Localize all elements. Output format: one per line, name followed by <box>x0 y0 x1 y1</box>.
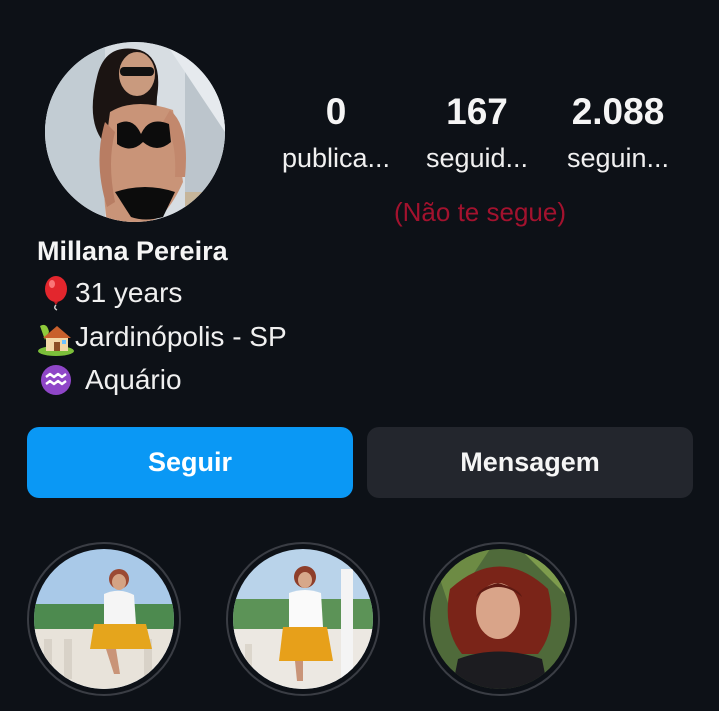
posts-stat[interactable]: 0 publica... <box>272 92 400 174</box>
story-highlight-3[interactable] <box>423 542 577 696</box>
story-highlight-2[interactable] <box>226 542 380 696</box>
highlight-cover-icon <box>34 549 174 689</box>
posts-count: 0 <box>325 91 347 132</box>
bio-sign-text: Aquário <box>85 364 182 395</box>
display-name: Millana Pereira <box>37 236 228 266</box>
not-following-you-label: (Não te segue) <box>394 197 566 227</box>
message-button[interactable]: Mensagem <box>367 427 693 498</box>
following-count: 2.088 <box>571 91 665 132</box>
following-stat[interactable]: 2.088 seguin... <box>556 92 680 174</box>
bio-location-line: Jardinópolis - SP <box>37 318 287 356</box>
posts-label: publica... <box>281 143 391 173</box>
story-highlight-1[interactable] <box>27 542 181 696</box>
bio-location-text: Jardinópolis - SP <box>75 321 287 352</box>
followers-label: seguid... <box>425 143 529 173</box>
follow-button[interactable]: Seguir <box>27 427 353 498</box>
highlight-cover-icon <box>430 549 570 689</box>
following-label: seguin... <box>566 143 670 173</box>
aquarius-icon <box>37 361 75 399</box>
bio-sign-line: Aquário <box>37 361 182 399</box>
profile-screen: 0 publica... 167 seguid... 2.088 seguin.… <box>0 0 719 711</box>
balloon-icon <box>37 274 75 312</box>
followers-stat[interactable]: 167 seguid... <box>416 92 538 174</box>
house-with-garden-icon <box>37 318 75 356</box>
profile-photo-icon <box>45 42 225 222</box>
bio-age-text: 31 years <box>75 277 183 308</box>
followers-count: 167 <box>446 91 508 132</box>
highlight-cover-icon <box>233 549 373 689</box>
profile-avatar[interactable] <box>45 42 225 222</box>
bio-age-line: 31 years <box>37 274 182 312</box>
